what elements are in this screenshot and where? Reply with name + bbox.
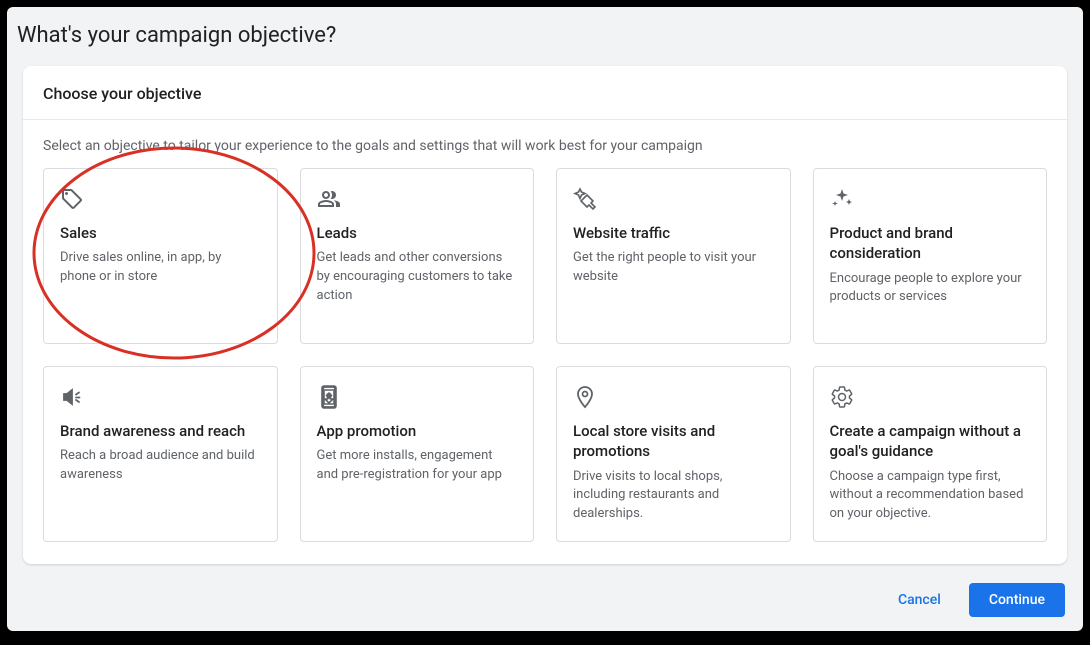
objective-sales[interactable]: Sales Drive sales online, in app, by pho… [43,168,278,344]
objective-no-goal[interactable]: Create a campaign without a goal's guida… [813,366,1048,542]
app-icon [317,385,341,409]
objective-desc: Reach a broad audience and build awarene… [60,447,261,485]
objective-grid: Sales Drive sales online, in app, by pho… [23,168,1067,542]
cancel-button[interactable]: Cancel [882,584,957,616]
objective-desc: Get the right people to visit your websi… [573,249,774,287]
objective-brand-awareness[interactable]: Brand awareness and reach Reach a broad … [43,366,278,542]
objective-title: Brand awareness and reach [60,421,261,441]
objective-title: Local store visits and promotions [573,421,774,462]
tag-icon [60,187,84,211]
objective-local-store[interactable]: Local store visits and promotions Drive … [556,366,791,542]
sparkle-icon [830,187,854,211]
objective-title: Sales [60,223,261,243]
card-header: Choose your objective [23,66,1067,120]
leads-icon [317,187,341,211]
objective-desc: Get more installs, engagement and pre-re… [317,447,518,485]
page-title: What's your campaign objective? [7,7,1083,66]
megaphone-icon [60,385,84,409]
objective-title: Website traffic [573,223,774,243]
objective-title: Leads [317,223,518,243]
objective-app-promotion[interactable]: App promotion Get more installs, engagem… [300,366,535,542]
objective-desc: Drive visits to local shops, including r… [573,468,774,525]
objective-leads[interactable]: Leads Get leads and other conversions by… [300,168,535,344]
objective-desc: Get leads and other conversions by encou… [317,249,518,306]
pin-icon [573,385,597,409]
objective-desc: Choose a campaign type first, without a … [830,468,1031,525]
traffic-icon [573,187,597,211]
objective-brand-consideration[interactable]: Product and brand consideration Encourag… [813,168,1048,344]
objective-card-container: Choose your objective Select an objectiv… [23,66,1067,564]
objective-desc: Encourage people to explore your product… [830,270,1031,308]
objective-title: Create a campaign without a goal's guida… [830,421,1031,462]
gear-icon [830,385,854,409]
card-description: Select an objective to tailor your exper… [23,120,1067,168]
continue-button[interactable]: Continue [969,583,1065,617]
footer-buttons: Cancel Continue [882,583,1065,617]
objective-desc: Drive sales online, in app, by phone or … [60,249,261,287]
objective-website-traffic[interactable]: Website traffic Get the right people to … [556,168,791,344]
objective-title: App promotion [317,421,518,441]
objective-title: Product and brand consideration [830,223,1031,264]
page-frame: What's your campaign objective? Choose y… [7,7,1083,631]
